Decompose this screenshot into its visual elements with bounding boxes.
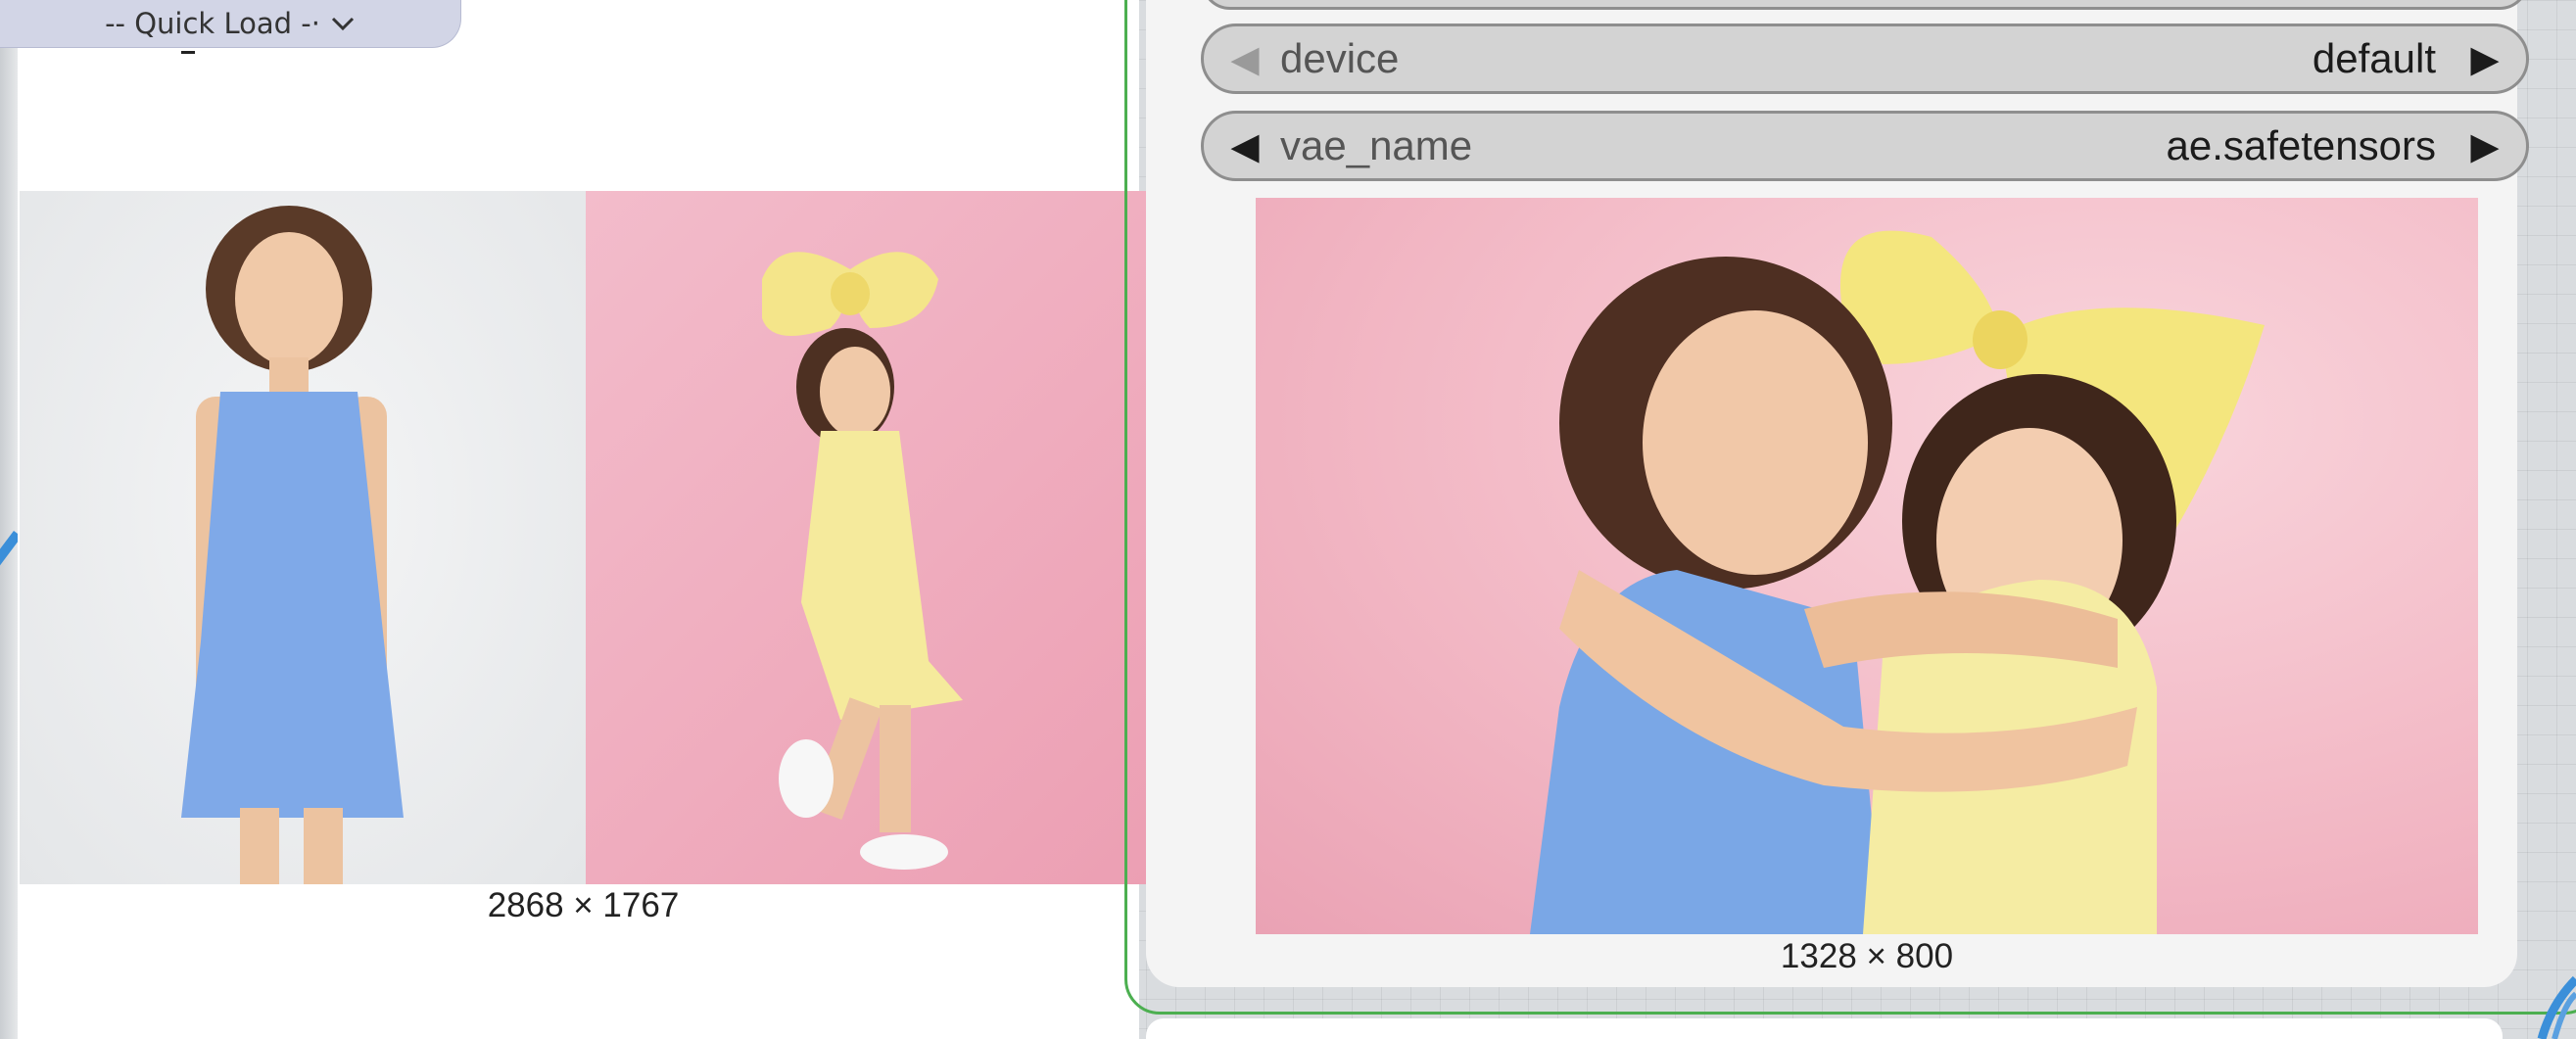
widget-name: vae_name [1280,122,1473,168]
device-widget[interactable]: ◀ device default ▶ [1201,24,2529,94]
output-image-size: 1328 × 800 [1780,937,1954,975]
canvas-edge [0,0,18,1039]
widget-value: default [2312,35,2436,81]
input-images-grid [20,191,1147,884]
decrement-arrow-icon[interactable]: ◀ [1216,124,1274,168]
photo-girl-yellow-dress [586,191,1147,884]
chevron-down-icon [330,9,356,38]
widget-value: ae.safetensors [2166,122,2436,168]
output-image-preview [1256,198,2478,934]
increment-arrow-icon[interactable]: ▶ [2456,37,2514,81]
connection-wire[interactable] [0,524,18,583]
widget-name: device [1280,35,1400,81]
increment-arrow-icon[interactable]: ▶ [2456,124,2514,168]
photo-girl-blue-dress [20,191,586,884]
quick-load-dropdown[interactable]: -- Quick Load -· [0,0,461,48]
decrement-arrow-icon[interactable]: ◀ [1216,37,1274,81]
input-images-size: 2868 × 1767 [487,886,680,924]
vae-name-widget[interactable]: ◀ vae_name ae.safetensors ▶ [1201,111,2529,181]
quick-load-label: -- Quick Load -· [105,7,320,40]
next-node-top[interactable] [1146,1018,2503,1039]
previous-widget[interactable] [1201,0,2529,10]
connection-wire[interactable] [2537,974,2576,1039]
